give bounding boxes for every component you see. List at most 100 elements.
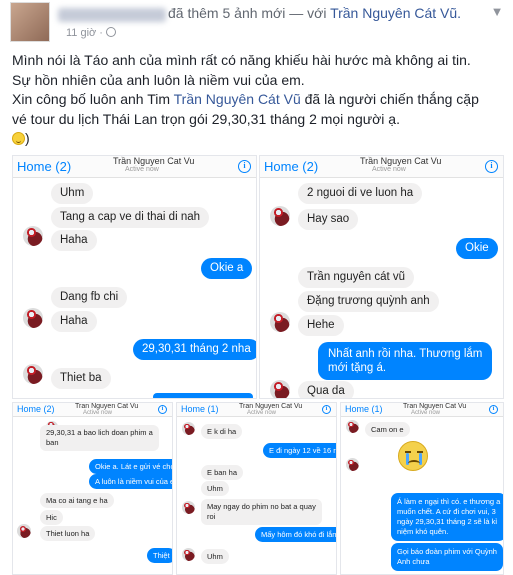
contact-avatar	[17, 524, 31, 538]
contact-avatar	[23, 364, 43, 384]
author-avatar[interactable]	[10, 2, 50, 42]
tagged-friend-link[interactable]: Trần Nguyên Cát Vũ.	[330, 5, 461, 21]
back-home-button[interactable]: Home (2)	[17, 159, 71, 174]
post-line-3a: Xin công bố luôn anh Tim	[12, 91, 174, 107]
msg-out: Okie a	[201, 258, 253, 279]
photo-chat-3[interactable]: Home (2) Tran Nguyen Cat Vu Active now i…	[12, 402, 173, 575]
chevron-down-icon[interactable]: ▼	[489, 4, 505, 20]
contact-avatar	[270, 312, 290, 332]
post-action-text: đã thêm 5 ảnh mới — với	[168, 5, 327, 21]
msg-out: Okie	[456, 238, 498, 259]
chat-status: Active now	[372, 166, 406, 173]
chat-top-bar: Home (2) Trần Nguyen Cat Vu Active now i	[13, 156, 256, 178]
msg-in: Đặng trương quỳnh anh	[298, 291, 439, 312]
back-home-button[interactable]: Home (1)	[345, 404, 383, 414]
msg-out-line-1: Nhất anh rồi nha. Thương lắm	[328, 348, 483, 360]
msg-in: Uhm	[51, 183, 94, 204]
photo-chat-5[interactable]: Home (1) Tran Nguyen Cat Vu Active now i…	[340, 402, 504, 575]
chat-top-bar: Home (1) Tran Nguyen Cat Vu Active now i	[341, 403, 503, 417]
back-home-button[interactable]: Home (1)	[181, 404, 219, 414]
author-name-blurred[interactable]	[58, 8, 166, 22]
msg-in: Hay sao	[298, 209, 359, 230]
post-line-3b: đã là người chiến thắng cặp	[300, 91, 479, 107]
msg-in-line-1: 29,30,31 a bao lich doan phim a	[46, 428, 153, 437]
msg-out: Á làm e ngại thì có. e thương a muốn chế…	[391, 493, 503, 541]
chat-top-bar: Home (2) Tran Nguyen Cat Vu Active now i	[13, 403, 172, 417]
contact-avatar	[23, 308, 43, 328]
info-icon[interactable]: i	[158, 405, 167, 414]
contact-avatar	[182, 422, 195, 435]
back-home-button[interactable]: Home (2)	[264, 159, 318, 174]
msg-in: Trần nguyên cát vũ	[298, 267, 415, 288]
sticker-mouth	[408, 460, 420, 467]
msg-out: E đi ngày 12 về 16 rồi	[263, 443, 336, 458]
msg-in: Uhm	[201, 549, 229, 564]
smiley-emoji-icon	[12, 132, 25, 145]
chat-status: Active now	[125, 166, 159, 173]
tagged-link-inline[interactable]: Trần Nguyên Cát Vũ	[174, 91, 301, 107]
msg-in: Uhm	[201, 481, 229, 496]
msg-in-line-1: May ngay do phim no bat a quay	[207, 502, 316, 511]
contact-avatar	[182, 548, 195, 561]
msg-out-line-2: Anh chưa	[397, 557, 430, 566]
msg-in: Hic	[40, 510, 63, 525]
msg-out-line-4: niệm khó quên.	[397, 527, 449, 536]
post-text: Mình nói là Táo anh của mình rất có năng…	[12, 51, 507, 149]
msg-out: Mấy hôm đó khó đi lắm	[255, 527, 336, 542]
msg-in: Thiet ba	[51, 368, 111, 389]
contact-avatar	[182, 501, 195, 514]
msg-in: Tang a cap ve di thai di nah	[51, 207, 210, 228]
msg-in: Qua da	[298, 381, 354, 398]
chat-top-bar: Home (1) Tran Nguyen Cat Vu Active now i	[177, 403, 336, 417]
post-header: đã thêm 5 ảnh mới — với Trần Nguyên Cát …	[0, 0, 513, 48]
msg-in-line-2: ban	[46, 438, 59, 447]
back-home-button[interactable]: Home (2)	[17, 404, 55, 414]
contact-avatar	[270, 206, 290, 226]
post-line-2: Sự hồn nhiên của anh luôn là niềm vui củ…	[12, 71, 305, 88]
msg-in: Hehe	[298, 315, 344, 336]
info-icon[interactable]: i	[238, 160, 251, 173]
msg-in-line-2: roi	[207, 512, 216, 521]
msg-out-line-1: Á làm e ngại thì có. e thương a	[397, 497, 501, 506]
info-icon[interactable]: i	[489, 405, 498, 414]
chat-title: Tran Nguyen Cat Vu	[75, 403, 139, 410]
msg-in: Haha	[51, 311, 97, 332]
photo-chat-2[interactable]: Home (2) Trần Nguyen Cat Vu Active now i…	[259, 155, 504, 399]
contact-avatar	[270, 380, 290, 398]
info-icon[interactable]: i	[485, 160, 498, 173]
post-line-5: )	[12, 129, 507, 149]
chat-status: Active now	[83, 410, 113, 416]
contact-avatar	[23, 226, 43, 246]
msg-in: Cam on e	[365, 422, 410, 437]
chat-title: Tran Nguyen Cat Vu	[239, 403, 303, 410]
msg-out-line-2: muốn chết. A cứ đi chơi vui, 3	[397, 507, 496, 516]
post-time[interactable]: 11 giờ ·	[66, 27, 103, 39]
contact-avatar	[346, 420, 359, 433]
photo-chat-1[interactable]: Home (2) Trần Nguyen Cat Vu Active now i…	[12, 155, 257, 399]
msg-in: Haha	[51, 230, 97, 251]
info-icon[interactable]: i	[322, 405, 331, 414]
chat-title: Trần Nguyen Cat Vu	[360, 156, 442, 166]
post-timestamp[interactable]: 11 giờ ·	[66, 27, 116, 39]
msg-out: Nhất anh rồi nha. Thương lắm mới tặng á.	[318, 342, 493, 380]
msg-in: E ban ha	[201, 465, 244, 480]
msg-out: Thiệt	[147, 548, 172, 563]
msg-out: 29,30,31 tháng 2 nha	[133, 339, 256, 360]
msg-out-cropped	[153, 393, 253, 398]
post-line-4: vé tour du lịch Thái Lan trọn gói 29,30,…	[12, 110, 400, 127]
msg-out-line-3: ngày 29,30,31 tháng 2 sẽ là kỉ	[397, 517, 498, 526]
msg-out-line-2: mới tặng á.	[328, 362, 387, 374]
contact-avatar	[346, 458, 359, 471]
msg-out-line-1: Gọi báo đoàn phim với Quỳnh	[397, 547, 497, 556]
globe-icon	[105, 27, 116, 37]
post-line-5-text: )	[25, 130, 30, 146]
chat-status: Active now	[411, 410, 441, 416]
chat-top-bar: Home (2) Trần Nguyen Cat Vu Active now i	[260, 156, 503, 178]
chat-title: Trần Nguyen Cat Vu	[113, 156, 195, 166]
msg-in: E k di ha	[201, 424, 243, 439]
msg-in: Thiet luon ha	[40, 526, 96, 541]
photo-chat-4[interactable]: Home (1) Tran Nguyen Cat Vu Active now i…	[176, 402, 337, 575]
msg-in: May ngay do phim no bat a quay roi	[201, 499, 322, 525]
msg-out: A luôn là niềm vui của e	[89, 474, 172, 489]
msg-in: Ma co ai tang e ha	[40, 493, 114, 508]
